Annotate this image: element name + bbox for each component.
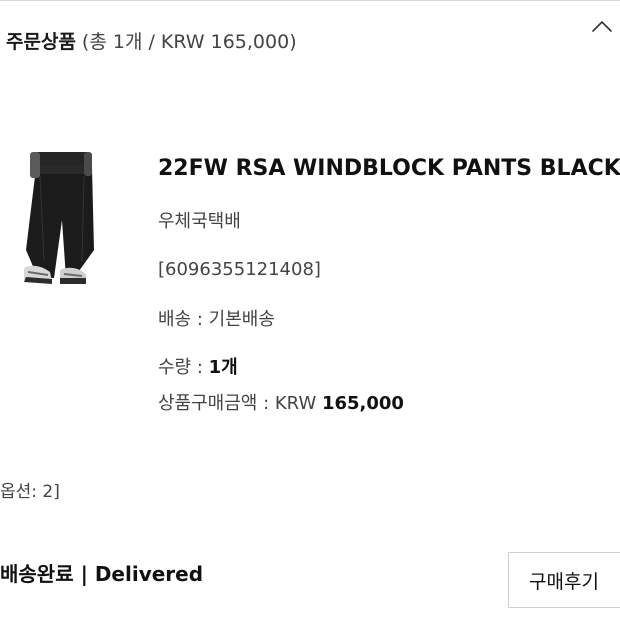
order-products-header: 주문상품 (총 1개 / KRW 165,000): [0, 0, 620, 84]
section-title: 주문상품 (총 1개 / KRW 165,000): [6, 28, 297, 56]
write-review-button[interactable]: 구매후기: [508, 552, 620, 608]
tracking-number: [6096355121408]: [158, 259, 321, 280]
purchase-amount: 상품구매금액 : KRW 165,000: [158, 391, 404, 417]
shipping-method-label: 배송 :: [158, 309, 209, 330]
purchase-amount-value: 165,000: [321, 393, 404, 414]
quantity: 수량 : 1개: [158, 355, 238, 381]
product-image[interactable]: [14, 150, 104, 290]
quantity-label: 수량 :: [158, 357, 209, 378]
purchase-amount-label: 상품구매금액 : KRW: [158, 393, 322, 414]
quantity-value: 1개: [208, 357, 238, 378]
product-photo-icon: [24, 152, 94, 284]
shipping-company: 우체국택배: [158, 211, 241, 232]
delivery-status: 배송완료 | Delivered: [0, 562, 204, 586]
product-name-link[interactable]: 22FW RSA WINDBLOCK PANTS BLACK: [158, 153, 620, 185]
shipping-method-value: 기본배송: [208, 309, 275, 330]
product-option: 옵션: 2]: [0, 482, 60, 502]
order-summary: (총 1개 / KRW 165,000): [81, 31, 297, 53]
shipping-method: 배송 : 기본배송: [158, 307, 275, 333]
section-title-label: 주문상품: [6, 31, 76, 53]
collapse-toggle[interactable]: [584, 14, 620, 42]
chevron-up-icon: [592, 21, 612, 32]
